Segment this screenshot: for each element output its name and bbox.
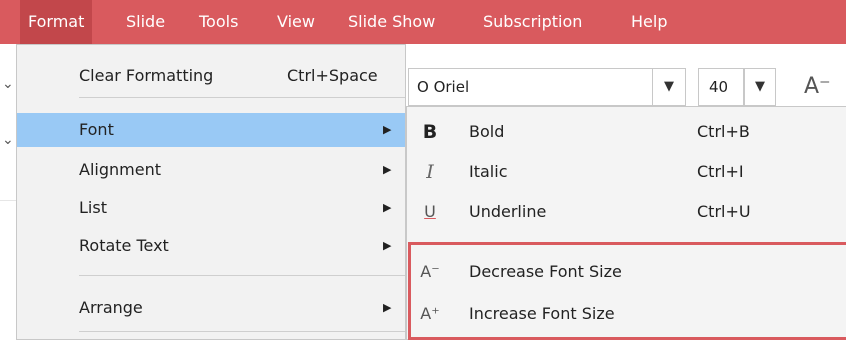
toolbar-chevron-icon: ⌄ (2, 132, 14, 148)
menu-separator (79, 97, 405, 98)
decrease-font-size-icon[interactable]: A⁻ (804, 74, 831, 99)
menu-slide-show[interactable]: Slide Show (348, 0, 435, 44)
menu-item-bold[interactable]: B Bold Ctrl+B (407, 113, 846, 151)
format-menu: Clear Formatting Ctrl+Space Font ▶ Align… (16, 44, 406, 340)
menu-item-alignment[interactable]: Alignment ▶ (17, 153, 405, 187)
menu-item-underline[interactable]: U Underline Ctrl+U (407, 193, 846, 231)
italic-icon: I (426, 161, 434, 183)
menu-tools[interactable]: Tools (199, 0, 238, 44)
menu-view[interactable]: View (277, 0, 315, 44)
menu-bar: Format Slide Tools View Slide Show Subsc… (0, 0, 846, 44)
font-size-input[interactable]: 40 (698, 68, 744, 106)
menu-item-label: Underline (469, 202, 547, 221)
menu-item-shortcut: Ctrl+Space (287, 66, 378, 85)
font-dropdown-button[interactable]: ▼ (652, 68, 686, 106)
menu-subscription[interactable]: Subscription (483, 0, 582, 44)
chevron-down-icon: ▼ (664, 79, 674, 94)
submenu-arrow-icon: ▶ (383, 301, 392, 314)
underline-icon: U (424, 202, 436, 221)
menu-item-clear-formatting[interactable]: Clear Formatting Ctrl+Space (17, 59, 405, 93)
bold-icon: B (422, 121, 438, 143)
toolbar-chevron-icon: ⌄ (2, 76, 14, 92)
submenu-arrow-icon: ▶ (383, 239, 392, 252)
menu-item-label: List (79, 198, 107, 217)
submenu-arrow-icon: ▶ (383, 123, 392, 136)
submenu-arrow-icon: ▶ (383, 163, 392, 176)
menu-item-list[interactable]: List ▶ (17, 191, 405, 225)
menu-item-label: Italic (469, 162, 508, 181)
menu-item-shortcut: Ctrl+I (697, 162, 744, 181)
menu-item-shortcut: Ctrl+U (697, 202, 751, 221)
menu-item-label: Bold (469, 122, 505, 141)
menu-item-label: Font (79, 120, 114, 139)
menu-format[interactable]: Format (20, 0, 93, 44)
menu-item-font[interactable]: Font ▶ (17, 113, 405, 147)
menu-item-arrange[interactable]: Arrange ▶ (17, 291, 405, 325)
submenu-arrow-icon: ▶ (383, 201, 392, 214)
menu-item-rotate-text[interactable]: Rotate Text ▶ (17, 229, 405, 263)
menu-item-label: Rotate Text (79, 236, 169, 255)
chevron-down-icon: ▼ (755, 79, 765, 94)
menu-separator (79, 275, 405, 276)
font-name-input[interactable]: O Oriel (408, 68, 686, 106)
font-size-dropdown-button[interactable]: ▼ (744, 68, 776, 106)
highlight-box (408, 242, 846, 340)
menu-item-italic[interactable]: I Italic Ctrl+I (407, 153, 846, 191)
menu-separator (79, 331, 405, 332)
menu-item-label: Alignment (79, 160, 161, 179)
toolbar-divider (0, 200, 16, 201)
menu-item-label: Arrange (79, 298, 143, 317)
menu-item-shortcut: Ctrl+B (697, 122, 750, 141)
menu-item-label: Clear Formatting (79, 66, 214, 85)
menu-help[interactable]: Help (631, 0, 667, 44)
menu-slide[interactable]: Slide (126, 0, 165, 44)
